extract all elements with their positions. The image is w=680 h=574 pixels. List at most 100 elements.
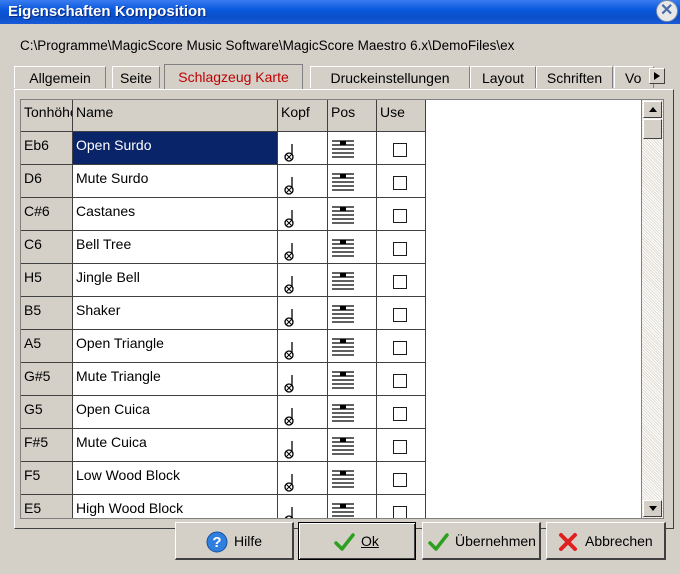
- notehead-x-icon: [283, 276, 297, 296]
- row-key[interactable]: E5: [21, 495, 73, 518]
- table-row[interactable]: C6 Bell Tree: [21, 231, 426, 264]
- table-row[interactable]: E5 High Wood Block: [21, 495, 426, 518]
- scroll-up-button[interactable]: [643, 101, 662, 118]
- row-key[interactable]: B5: [21, 297, 73, 330]
- table-row[interactable]: C#6 Castanes: [21, 198, 426, 231]
- help-button[interactable]: ? Hilfe: [175, 522, 294, 560]
- row-use: [377, 363, 426, 396]
- row-name[interactable]: Shaker: [73, 297, 278, 330]
- row-name[interactable]: Low Wood Block: [73, 462, 278, 495]
- row-notehead[interactable]: [278, 363, 328, 396]
- row-notehead[interactable]: [278, 198, 328, 231]
- row-staff-position[interactable]: [328, 462, 377, 495]
- table-row[interactable]: Eb6 Open Surdo: [21, 132, 426, 165]
- row-key[interactable]: F#5: [21, 429, 73, 462]
- tab-schlagzeug-karte[interactable]: Schlagzeug Karte: [164, 64, 303, 89]
- use-checkbox[interactable]: [393, 308, 407, 322]
- tab-allgemein[interactable]: Allgemein: [14, 66, 106, 88]
- row-name[interactable]: Open Surdo: [73, 132, 278, 165]
- row-notehead[interactable]: [278, 429, 328, 462]
- row-name[interactable]: Open Triangle: [73, 330, 278, 363]
- table-row[interactable]: D6 Mute Surdo: [21, 165, 426, 198]
- row-key[interactable]: H5: [21, 264, 73, 297]
- row-staff-position[interactable]: [328, 231, 377, 264]
- scroll-down-button[interactable]: [643, 500, 662, 517]
- row-use: [377, 165, 426, 198]
- header-pos[interactable]: Pos: [328, 100, 377, 132]
- header-tonhoehe[interactable]: Tonhöhe: [21, 100, 73, 132]
- row-staff-position[interactable]: [328, 198, 377, 231]
- table-row[interactable]: H5 Jingle Bell: [21, 264, 426, 297]
- row-key[interactable]: F5: [21, 462, 73, 495]
- table-row[interactable]: F5 Low Wood Block: [21, 462, 426, 495]
- row-key[interactable]: C6: [21, 231, 73, 264]
- row-staff-position[interactable]: [328, 495, 377, 518]
- row-staff-position[interactable]: [328, 165, 377, 198]
- use-checkbox[interactable]: [393, 143, 407, 157]
- row-key[interactable]: A5: [21, 330, 73, 363]
- row-notehead[interactable]: [278, 330, 328, 363]
- row-key[interactable]: G5: [21, 396, 73, 429]
- row-staff-position[interactable]: [328, 363, 377, 396]
- row-name[interactable]: Open Cuica: [73, 396, 278, 429]
- row-name[interactable]: Mute Triangle: [73, 363, 278, 396]
- row-name[interactable]: High Wood Block: [73, 495, 278, 518]
- use-checkbox[interactable]: [393, 209, 407, 223]
- row-notehead[interactable]: [278, 165, 328, 198]
- header-name[interactable]: Name: [73, 100, 278, 132]
- row-key[interactable]: G#5: [21, 363, 73, 396]
- table-row[interactable]: G#5 Mute Triangle: [21, 363, 426, 396]
- row-name[interactable]: Mute Surdo: [73, 165, 278, 198]
- use-checkbox[interactable]: [393, 473, 407, 487]
- tab-scroll-right[interactable]: [649, 68, 665, 84]
- scroll-thumb[interactable]: [643, 119, 662, 139]
- ok-button[interactable]: Ok: [298, 522, 416, 560]
- row-notehead[interactable]: [278, 264, 328, 297]
- row-notehead[interactable]: [278, 297, 328, 330]
- apply-button[interactable]: Übernehmen: [422, 522, 541, 560]
- row-notehead[interactable]: [278, 462, 328, 495]
- row-staff-position[interactable]: [328, 297, 377, 330]
- row-staff-position[interactable]: [328, 330, 377, 363]
- row-notehead[interactable]: [278, 396, 328, 429]
- row-staff-position[interactable]: [328, 132, 377, 165]
- row-key[interactable]: D6: [21, 165, 73, 198]
- tab-seite[interactable]: Seite: [112, 66, 160, 88]
- cancel-button[interactable]: Abbrechen: [546, 522, 666, 560]
- row-name[interactable]: Jingle Bell: [73, 264, 278, 297]
- use-checkbox[interactable]: [393, 407, 407, 421]
- staff-position-icon: [332, 171, 354, 196]
- vertical-scrollbar[interactable]: [642, 99, 664, 519]
- table-row[interactable]: G5 Open Cuica: [21, 396, 426, 429]
- row-key[interactable]: Eb6: [21, 132, 73, 165]
- row-name[interactable]: Mute Cuica: [73, 429, 278, 462]
- header-use[interactable]: Use: [377, 100, 426, 132]
- arrow-down-icon: [649, 506, 657, 511]
- row-name[interactable]: Castanes: [73, 198, 278, 231]
- row-staff-position[interactable]: [328, 264, 377, 297]
- table-row[interactable]: B5 Shaker: [21, 297, 426, 330]
- row-staff-position[interactable]: [328, 429, 377, 462]
- tab-schriften[interactable]: Schriften: [536, 66, 613, 88]
- use-checkbox[interactable]: [393, 506, 407, 518]
- use-checkbox[interactable]: [393, 242, 407, 256]
- use-checkbox[interactable]: [393, 341, 407, 355]
- use-checkbox[interactable]: [393, 440, 407, 454]
- row-staff-position[interactable]: [328, 396, 377, 429]
- use-checkbox[interactable]: [393, 275, 407, 289]
- row-notehead[interactable]: [278, 495, 328, 518]
- tab-druckeinstellungen[interactable]: Druckeinstellungen: [310, 66, 470, 88]
- use-checkbox[interactable]: [393, 374, 407, 388]
- tab-layout[interactable]: Layout: [470, 66, 536, 88]
- row-key[interactable]: C#6: [21, 198, 73, 231]
- row-notehead[interactable]: [278, 132, 328, 165]
- row-name[interactable]: Bell Tree: [73, 231, 278, 264]
- table-row[interactable]: F#5 Mute Cuica: [21, 429, 426, 462]
- tab-vo[interactable]: Vo: [614, 66, 654, 88]
- close-button[interactable]: ✕: [656, 0, 678, 22]
- row-notehead[interactable]: [278, 231, 328, 264]
- table-row[interactable]: A5 Open Triangle: [21, 330, 426, 363]
- staff-position-icon: [332, 336, 354, 361]
- use-checkbox[interactable]: [393, 176, 407, 190]
- header-kopf[interactable]: Kopf: [278, 100, 328, 132]
